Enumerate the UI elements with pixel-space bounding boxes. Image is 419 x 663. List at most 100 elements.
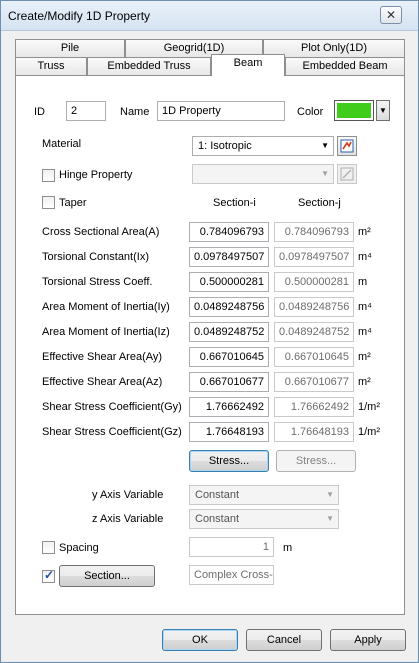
apply-button[interactable]: Apply: [330, 629, 406, 651]
material-label: Material: [42, 138, 82, 150]
button-label: OK: [192, 634, 208, 646]
button-label: Section...: [84, 570, 130, 582]
spacing-unit: m: [283, 542, 293, 554]
id-field[interactable]: 2: [66, 101, 106, 121]
title-bar: Create/Modify 1D Property ✕: [1, 1, 418, 31]
section-i-field[interactable]: 1.76662492: [189, 397, 269, 417]
property-unit: 1/m²: [358, 426, 380, 438]
color-swatch[interactable]: [334, 100, 374, 121]
property-unit: m⁴: [358, 301, 372, 313]
name-field[interactable]: 1D Property: [157, 101, 285, 121]
spacing-label: Spacing: [59, 542, 99, 554]
section-j-field[interactable]: 0.0978497507: [274, 247, 354, 267]
chevron-down-icon: ▼: [326, 514, 334, 523]
property-dialog: Create/Modify 1D Property ✕ Pile Geogrid…: [0, 0, 419, 663]
tab-pile[interactable]: Pile: [15, 39, 125, 58]
property-label: Area Moment of Inertia(Iy): [42, 301, 170, 313]
material-edit-icon: [340, 139, 354, 153]
taper-checkbox[interactable]: [42, 196, 55, 209]
section-j-header: Section-j: [298, 197, 341, 209]
property-label: Area Moment of Inertia(Iz): [42, 326, 170, 338]
y-axis-select[interactable]: Constant ▼: [189, 485, 339, 505]
property-unit: m⁴: [358, 251, 372, 263]
checkmark-icon: ✓: [44, 568, 55, 582]
property-label: Effective Shear Area(Ay): [42, 351, 163, 363]
beam-panel: ID 2 Name 1D Property Color ▼ Material 1…: [15, 75, 405, 615]
property-unit: 1/m²: [358, 401, 380, 413]
property-label: Shear Stress Coefficient(Gy): [42, 401, 182, 413]
section-j-field[interactable]: 0.784096793: [274, 222, 354, 242]
hinge-label: Hinge Property: [59, 169, 133, 181]
tab-label: Embedded Beam: [302, 60, 388, 72]
material-value: 1: Isotropic: [198, 140, 252, 152]
tab-label: Truss: [37, 60, 65, 72]
section-i-field[interactable]: 0.0978497507: [189, 247, 269, 267]
section-j-field[interactable]: 1.76648193: [274, 422, 354, 442]
section-i-field[interactable]: 0.667010677: [189, 372, 269, 392]
section-j-field[interactable]: 1.76662492: [274, 397, 354, 417]
section-checkbox[interactable]: ✓: [42, 568, 55, 583]
section-i-field[interactable]: 1.76648193: [189, 422, 269, 442]
taper-label: Taper: [59, 197, 87, 209]
section-j-field[interactable]: 0.667010677: [274, 372, 354, 392]
window-title: Create/Modify 1D Property: [8, 9, 151, 23]
tab-truss[interactable]: Truss: [15, 57, 87, 76]
section-i-field[interactable]: 0.667010645: [189, 347, 269, 367]
section-i-header: Section-i: [213, 197, 256, 209]
property-label: Torsional Stress Coeff.: [42, 276, 153, 288]
section-j-field[interactable]: 0.0489248752: [274, 322, 354, 342]
id-label: ID: [34, 106, 45, 118]
section-i-field[interactable]: 0.0489248752: [189, 322, 269, 342]
section-i-field[interactable]: 0.500000281: [189, 272, 269, 292]
section-i-field[interactable]: 0.0489248756: [189, 297, 269, 317]
property-unit: m²: [358, 226, 371, 238]
section-j-field[interactable]: 0.500000281: [274, 272, 354, 292]
chevron-down-icon: ▼: [321, 141, 329, 150]
z-axis-value: Constant: [195, 513, 240, 525]
property-label: Torsional Constant(Ix): [42, 251, 149, 263]
stress-i-button[interactable]: Stress...: [189, 450, 269, 472]
tab-embedded-beam[interactable]: Embedded Beam: [285, 57, 405, 76]
color-swatch-fill: [337, 103, 371, 118]
section-value-field[interactable]: Complex Cross-S: [189, 565, 274, 585]
tab-label: Pile: [60, 42, 80, 54]
button-label: Stress...: [295, 455, 337, 467]
z-axis-select[interactable]: Constant ▼: [189, 509, 339, 529]
spacing-field[interactable]: 1: [189, 537, 274, 557]
hinge-select[interactable]: ▼: [192, 164, 334, 184]
chevron-down-icon: ▼: [326, 490, 334, 499]
cancel-button[interactable]: Cancel: [246, 629, 322, 651]
close-icon: ✕: [385, 8, 397, 22]
property-unit: m²: [358, 351, 371, 363]
property-label: Effective Shear Area(Az): [42, 376, 163, 388]
material-edit-button[interactable]: [337, 136, 357, 156]
stress-j-button[interactable]: Stress...: [276, 450, 356, 472]
property-label: Shear Stress Coefficient(Gz): [42, 426, 182, 438]
section-i-field[interactable]: 0.784096793: [189, 222, 269, 242]
z-axis-label: z Axis Variable: [92, 513, 164, 525]
color-label: Color: [297, 106, 324, 118]
button-label: Stress...: [208, 455, 250, 467]
tab-label: Geogrid(1D): [163, 42, 225, 54]
y-axis-label: y Axis Variable: [92, 489, 164, 501]
spacing-checkbox[interactable]: [42, 541, 55, 554]
tab-beam[interactable]: Beam: [211, 54, 285, 76]
section-button[interactable]: Section...: [59, 565, 155, 587]
tab-label: Embedded Truss: [107, 60, 191, 72]
tab-label: Plot Only(1D): [300, 42, 368, 54]
tab-embedded-truss[interactable]: Embedded Truss: [87, 57, 211, 76]
section-j-field[interactable]: 0.667010645: [274, 347, 354, 367]
material-select[interactable]: 1: Isotropic ▼: [192, 136, 334, 156]
property-label: Cross Sectional Area(A): [42, 226, 160, 238]
color-dropdown-button[interactable]: ▼: [376, 100, 390, 121]
hinge-edit-button[interactable]: [337, 164, 357, 184]
tab-label: Beam: [233, 57, 263, 69]
ok-button[interactable]: OK: [162, 629, 238, 651]
close-button[interactable]: ✕: [380, 6, 402, 24]
hinge-checkbox[interactable]: [42, 169, 55, 182]
property-unit: m⁴: [358, 326, 372, 338]
chevron-down-icon: ▼: [321, 169, 329, 178]
property-unit: m: [358, 276, 368, 288]
section-j-field[interactable]: 0.0489248756: [274, 297, 354, 317]
chevron-down-icon: ▼: [379, 106, 387, 115]
